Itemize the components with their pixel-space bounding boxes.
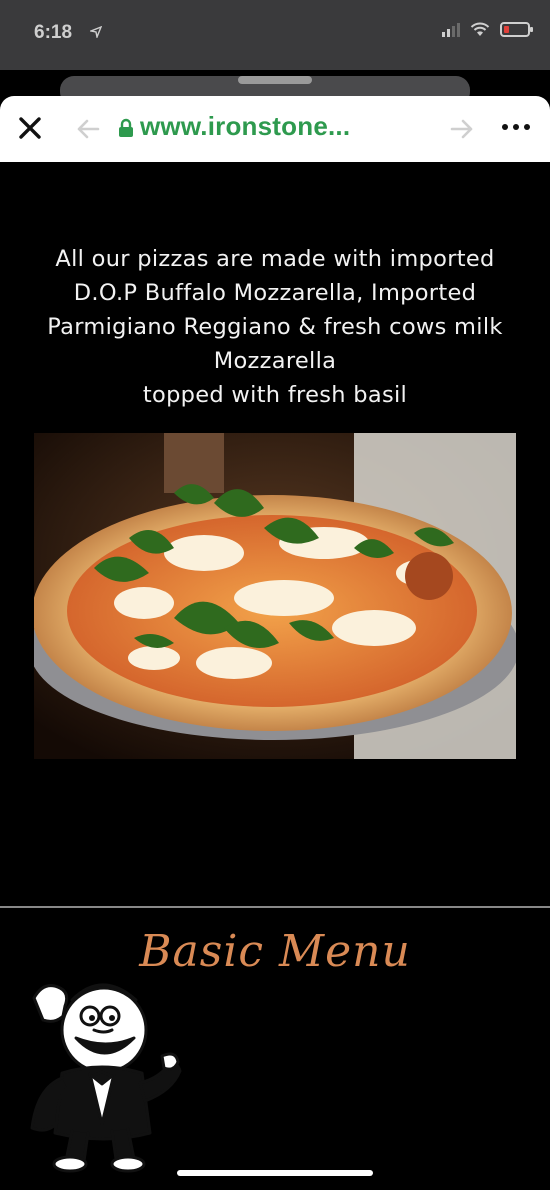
intro-line: topped with fresh basil [142, 382, 408, 408]
forward-arrow-icon [450, 119, 473, 139]
url-field[interactable]: www.ironstone... [140, 111, 350, 142]
menu-title: Basic Menu [139, 926, 411, 977]
intro-line: D.O.P Buffalo Mozzarella, Imported [73, 280, 477, 306]
back-arrow-icon [77, 119, 100, 139]
lock-icon [118, 118, 134, 138]
section-divider [0, 906, 550, 908]
location-arrow-icon [90, 26, 102, 38]
home-indicator[interactable] [177, 1170, 373, 1176]
intro-line: Parmigiano Reggiano & fresh cows milk [47, 314, 503, 340]
status-bar: 6:18 [0, 0, 550, 70]
signal-icon [442, 22, 460, 37]
battery-icon [500, 22, 533, 37]
more-button[interactable] [502, 124, 538, 134]
status-indicators [442, 22, 533, 37]
waiter-mascot-image [12, 978, 182, 1178]
close-button[interactable] [16, 114, 44, 142]
wifi-icon [470, 22, 490, 36]
browser-toolbar: www.ironstone... [0, 96, 550, 162]
intro-text: All our pizzas are made with imported D.… [20, 242, 530, 412]
forward-button[interactable] [448, 116, 476, 142]
close-icon [19, 117, 41, 139]
intro-line: Mozzarella [213, 348, 337, 374]
status-time: 6:18 [34, 22, 73, 43]
intro-line: All our pizzas are made with imported [55, 246, 495, 272]
pizza-photo [34, 433, 516, 759]
back-button[interactable] [74, 116, 102, 142]
sheet-grabber[interactable] [238, 76, 312, 84]
more-dots-icon [502, 124, 508, 130]
